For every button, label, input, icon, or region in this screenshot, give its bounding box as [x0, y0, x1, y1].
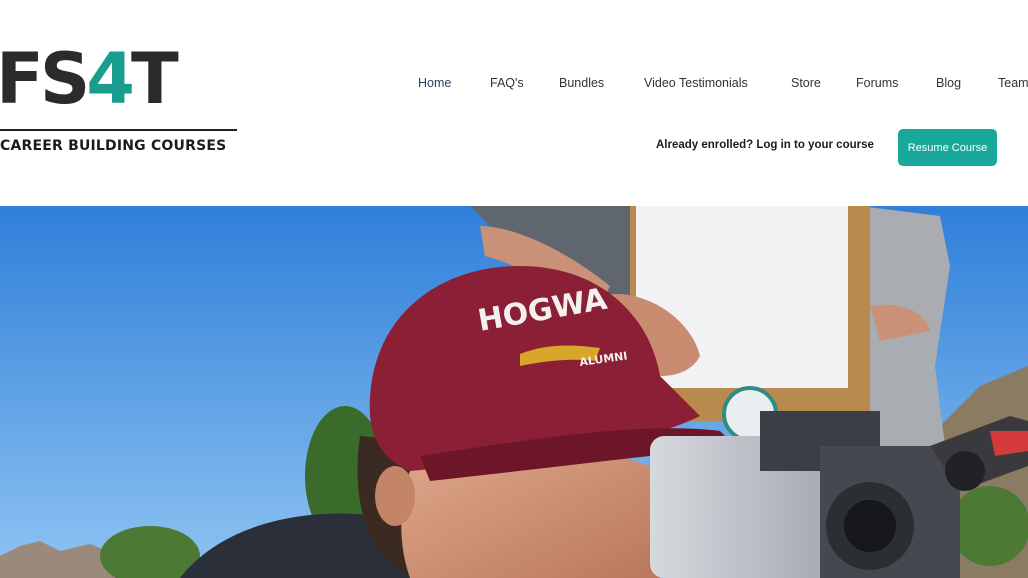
nav-video-testimonials[interactable]: Video Testimonials [644, 76, 748, 90]
login-prompt[interactable]: Already enrolled? Log in to your course [656, 139, 874, 151]
nav-team[interactable]: Team [998, 76, 1028, 90]
nav-forums[interactable]: Forums [856, 76, 898, 90]
logo-divider [0, 129, 237, 131]
site-logo[interactable]: FS4T CAREER BUILDING COURSES [0, 44, 240, 166]
nav-home[interactable]: Home [418, 76, 451, 90]
nav-bundles[interactable]: Bundles [559, 76, 604, 90]
nav-faqs[interactable]: FAQ's [490, 76, 524, 90]
site-header: FS4T CAREER BUILDING COURSES Home FAQ's … [0, 0, 1028, 206]
resume-course-button[interactable]: Resume Course [898, 129, 997, 166]
logo-tagline: CAREER BUILDING COURSES [0, 138, 227, 154]
main-nav: Home FAQ's Bundles Video Testimonials St… [0, 76, 1028, 94]
nav-store[interactable]: Store [791, 76, 821, 90]
nav-blog[interactable]: Blog [936, 76, 961, 90]
hero-image: HOGWA ALUMNI [0, 206, 1028, 578]
